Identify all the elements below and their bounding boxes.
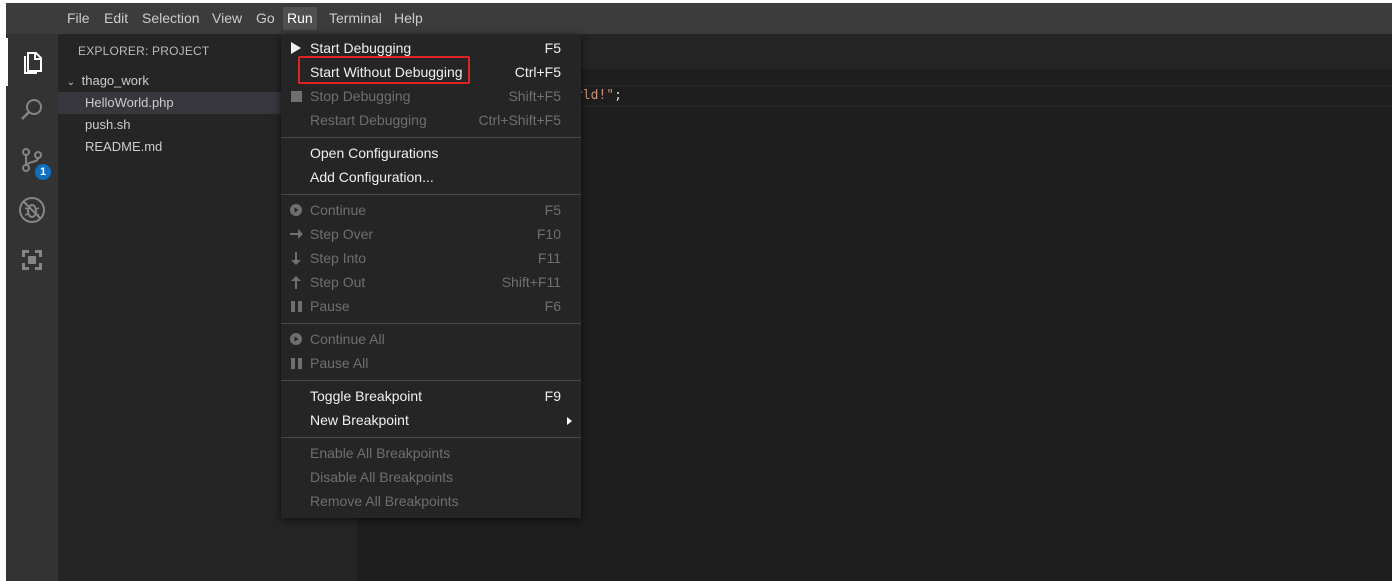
menu-enable-all-breakpoints[interactable]: Enable All Breakpoints [281,441,581,465]
menu-separator [281,437,581,438]
step-out-icon [289,270,303,294]
continue-icon [289,327,303,351]
menu-separator [281,323,581,324]
menu-file[interactable]: File [63,7,94,30]
menu-pause-all[interactable]: Pause All [281,351,581,375]
remote-explorer-button[interactable] [6,236,58,284]
menu-bar: File Edit Selection View Go Run Terminal… [6,3,1392,34]
run-menu-dropdown: Start Debugging F5 Start Without Debuggi… [281,34,581,518]
menu-new-breakpoint[interactable]: New Breakpoint [281,408,581,432]
menu-disable-all-breakpoints[interactable]: Disable All Breakpoints [281,465,581,489]
vscode-window: File Edit Selection View Go Run Terminal… [6,3,1392,581]
menu-separator [281,194,581,195]
menu-separator [281,380,581,381]
menu-view[interactable]: View [208,7,246,30]
menu-continue[interactable]: Continue F5 [281,198,581,222]
menu-stop-debugging[interactable]: Stop Debugging Shift+F5 [281,84,581,108]
source-control-button[interactable]: 1 [6,136,58,184]
menu-help[interactable]: Help [390,7,427,30]
files-icon [24,52,42,74]
menu-step-into[interactable]: Step Into F11 [281,246,581,270]
explorer-button[interactable] [6,38,58,86]
remote-explorer-icon [22,250,42,270]
menu-terminal[interactable]: Terminal [325,7,386,30]
pause-icon [289,351,303,375]
chevron-down-icon: ⌄ [66,77,76,88]
code-punct: ; [614,88,622,103]
menu-edit[interactable]: Edit [100,7,132,30]
menu-separator [281,137,581,138]
code-line: rld!"; [575,88,622,103]
menu-add-configuration[interactable]: Add Configuration... [281,165,581,189]
menu-remove-all-breakpoints[interactable]: Remove All Breakpoints [281,489,581,513]
continue-icon [289,198,303,222]
run-debug-button[interactable] [6,186,58,234]
search-button[interactable] [6,86,58,134]
menu-continue-all[interactable]: Continue All [281,327,581,351]
menu-selection[interactable]: Selection [138,7,204,30]
menu-toggle-breakpoint[interactable]: Toggle Breakpoint F9 [281,384,581,408]
step-over-icon [289,222,303,246]
menu-pause[interactable]: Pause F6 [281,294,581,318]
menu-step-over[interactable]: Step Over F10 [281,222,581,246]
no-bug-icon [19,197,45,223]
step-into-icon [289,246,303,270]
menu-run[interactable]: Run [283,7,317,30]
file-label: push.sh [85,117,131,132]
folder-label: thago_work [81,73,149,88]
menu-step-out[interactable]: Step Out Shift+F11 [281,270,581,294]
menu-open-configurations[interactable]: Open Configurations [281,141,581,165]
menu-go[interactable]: Go [252,7,279,30]
search-icon [21,99,42,120]
menu-restart-debugging[interactable]: Restart Debugging Ctrl+Shift+F5 [281,108,581,132]
stop-icon [289,84,303,108]
annotation-highlight-box [298,56,470,84]
pause-icon [289,294,303,318]
file-label: README.md [85,139,163,154]
submenu-arrow-icon [567,417,572,425]
scm-badge: 1 [35,164,51,180]
file-label: HelloWorld.php [85,95,174,110]
activity-bar: 1 [6,34,58,581]
sidebar-title: EXPLORER: PROJECT [78,44,210,58]
